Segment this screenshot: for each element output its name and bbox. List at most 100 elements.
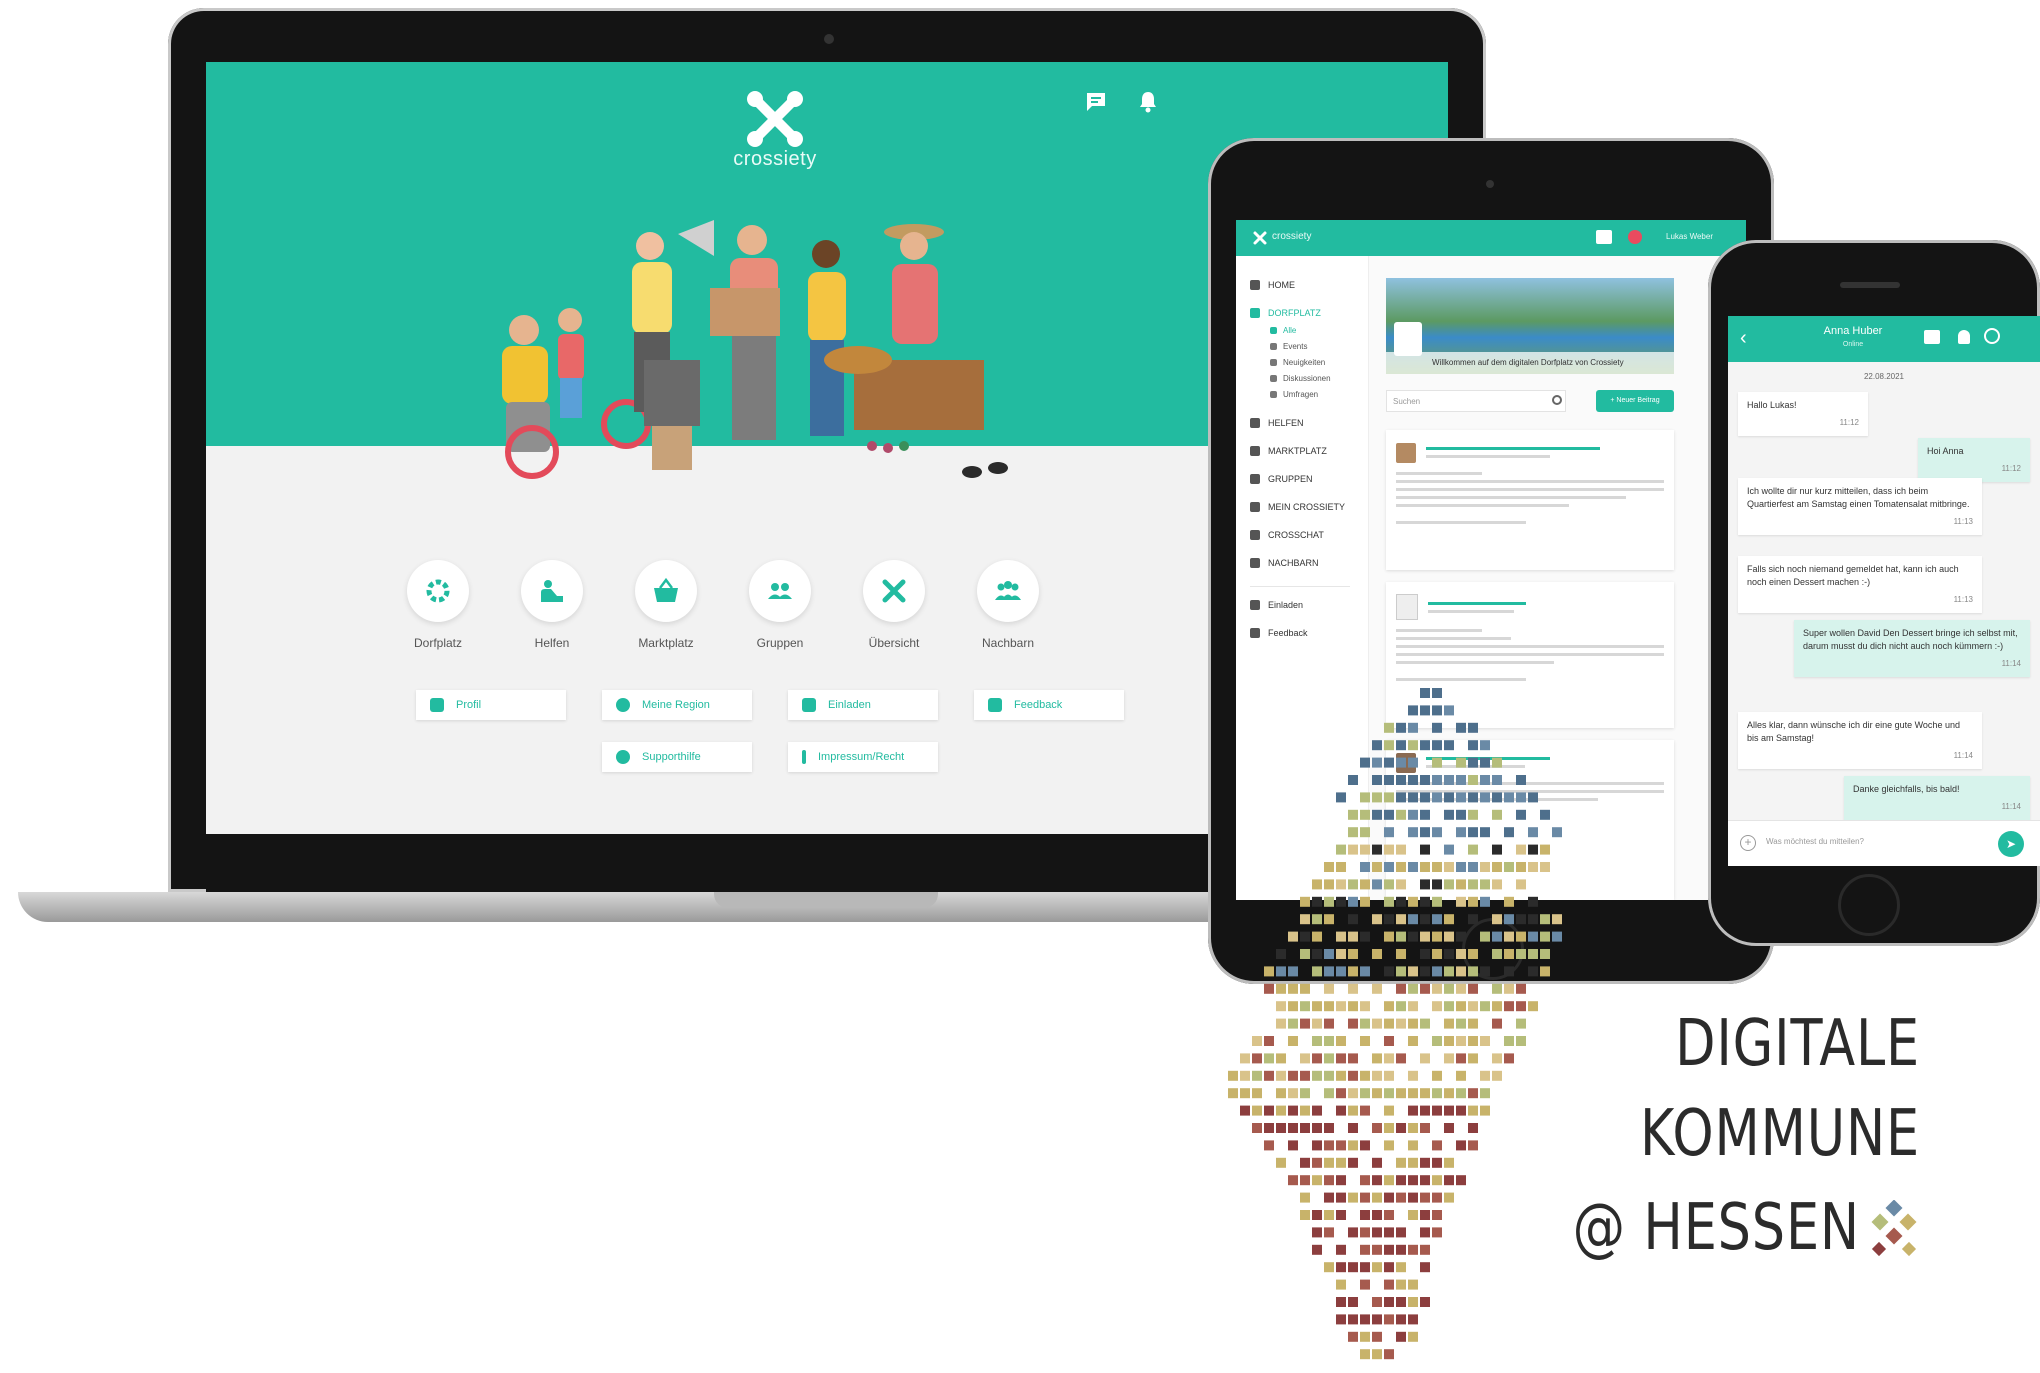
message-incoming[interactable]: Falls sich noch niemand gemeldet hat, ka… [1738, 556, 1982, 613]
mosaic-tile [1348, 949, 1358, 959]
mosaic-tile [1432, 1140, 1442, 1151]
message-input[interactable]: Was möchtest du mitteilen? [1766, 837, 1966, 846]
mosaic-tile [1348, 1262, 1358, 1273]
mosaic-tile [1264, 966, 1274, 977]
tile-uebersicht[interactable]: Übersicht [838, 560, 950, 650]
mosaic-tile [1240, 1070, 1250, 1081]
mosaic-tile [1444, 1053, 1454, 1064]
message-outgoing[interactable]: Hoi Anna 11:12 [1918, 438, 2030, 482]
tile-helfen[interactable]: Helfen [496, 560, 608, 650]
mosaic-tile [1336, 1210, 1346, 1220]
mosaic-tile [1372, 740, 1382, 751]
mosaic-tile [1324, 983, 1334, 994]
mosaic-tile [1408, 1279, 1418, 1290]
search-input[interactable]: Suchen [1386, 390, 1566, 412]
mosaic-tile [1336, 1036, 1346, 1046]
mosaic-tile [1468, 827, 1478, 838]
neighbors-icon [977, 560, 1039, 622]
nav-nachbarn[interactable]: NACHBARN [1250, 558, 1319, 568]
mosaic-tile [1372, 1349, 1382, 1360]
mosaic-tile [1360, 1192, 1370, 1203]
nav-helfen[interactable]: HELFEN [1250, 418, 1304, 428]
impressum-button[interactable]: Impressum/Recht [788, 742, 938, 772]
profil-button[interactable]: Profil [416, 690, 566, 720]
mosaic-tile [1480, 879, 1490, 890]
send-icon[interactable]: ➤ [1998, 831, 2024, 857]
nav-home[interactable]: HOME [1250, 280, 1295, 290]
einladen-button[interactable]: Einladen [788, 690, 938, 720]
feedback-button[interactable]: Feedback [974, 690, 1124, 720]
mosaic-tile [1408, 1001, 1418, 1012]
mosaic-tile [1480, 896, 1490, 907]
supporthilfe-button[interactable]: Supporthilfe [602, 742, 752, 772]
mosaic-tile [1456, 757, 1466, 768]
tile-marktplatz[interactable]: Marktplatz [610, 560, 722, 650]
nav-crosschat[interactable]: CROSSCHAT [1250, 530, 1324, 540]
subnav-alle[interactable]: Alle [1270, 326, 1296, 335]
message-outgoing[interactable]: Super wollen David Den Dessert bringe ic… [1794, 620, 2030, 677]
mosaic-tile [1420, 1297, 1430, 1307]
tile-dorfplatz[interactable]: Dorfplatz [382, 560, 494, 650]
nav-marktplatz[interactable]: MARKTPLATZ [1250, 446, 1327, 456]
mosaic-tile [1396, 757, 1406, 768]
message-incoming[interactable]: Ich wollte dir nur kurz mitteilen, dass … [1738, 478, 1982, 535]
chat-icon[interactable] [1082, 90, 1110, 118]
nav-dorfplatz[interactable]: DORFPLATZ [1250, 308, 1321, 318]
mosaic-tile [1456, 896, 1466, 907]
mosaic-tile [1540, 862, 1550, 872]
mosaic-tile [1384, 809, 1394, 820]
search-icon[interactable] [1552, 395, 1562, 405]
chat-icon[interactable] [1596, 230, 1612, 244]
tile-nachbarn[interactable]: Nachbarn [952, 560, 1064, 650]
nav-einladen[interactable]: Einladen [1250, 600, 1303, 610]
chat-icon[interactable] [1924, 330, 1940, 344]
village-banner: Willkommen auf dem digitalen Dorfplatz v… [1386, 278, 1674, 374]
subnav-neuigkeiten[interactable]: Neuigkeiten [1270, 358, 1325, 367]
mosaic-tile [1276, 1001, 1286, 1012]
mosaic-tile [1408, 1210, 1418, 1220]
mosaic-tile [1276, 1053, 1286, 1064]
mosaic-tile [1504, 862, 1514, 872]
mosaic-tile [1432, 1157, 1442, 1168]
mosaic-tile [1324, 1227, 1334, 1238]
subnav-diskussionen[interactable]: Diskussionen [1270, 374, 1331, 383]
notification-icon[interactable] [1628, 230, 1642, 244]
back-icon[interactable]: ‹ [1740, 328, 1747, 348]
more-options-icon[interactable] [1984, 328, 2000, 344]
crossiety-logo-icon[interactable] [1252, 230, 1268, 246]
mosaic-tile [1348, 983, 1358, 994]
mosaic-tile [1312, 1018, 1322, 1029]
mosaic-tile [1432, 914, 1442, 925]
mosaic-tile [1504, 792, 1514, 803]
mosaic-tile [1396, 775, 1406, 785]
mosaic-tile [1372, 1053, 1382, 1064]
mosaic-tile [1504, 983, 1514, 994]
tile-gruppen[interactable]: Gruppen [724, 560, 836, 650]
subnav-events[interactable]: Events [1270, 342, 1307, 351]
feed-post[interactable] [1386, 430, 1674, 570]
mosaic-tile [1252, 1070, 1262, 1081]
phone-home-button[interactable] [1838, 874, 1900, 936]
mosaic-tile [1420, 827, 1430, 838]
mosaic-tile [1492, 983, 1502, 994]
nav-gruppen[interactable]: GRUPPEN [1250, 474, 1313, 484]
bell-icon[interactable] [1958, 330, 1970, 344]
message-incoming[interactable]: Alles klar, dann wünsche ich dir eine gu… [1738, 712, 1982, 769]
mosaic-tile [1348, 966, 1358, 977]
mosaic-tile [1432, 1210, 1442, 1220]
message-outgoing[interactable]: Danke gleichfalls, bis bald! 11:14 [1844, 776, 2030, 820]
mosaic-tile [1336, 1157, 1346, 1168]
mosaic-tile [1396, 1088, 1406, 1099]
crossiety-logo-icon[interactable] [746, 90, 804, 148]
new-post-button[interactable]: + Neuer Beitrag [1596, 390, 1674, 412]
add-attachment-icon[interactable]: + [1740, 835, 1756, 851]
nav-mein-crossiety[interactable]: MEIN CROSSIETY [1250, 502, 1345, 512]
mosaic-tile [1312, 1244, 1322, 1255]
user-menu[interactable]: Lukas Weber [1666, 232, 1713, 241]
nav-feedback[interactable]: Feedback [1250, 628, 1308, 638]
bell-icon[interactable] [1134, 90, 1162, 118]
message-incoming[interactable]: Hallo Lukas! 11:12 [1738, 392, 1868, 436]
mosaic-tile [1336, 1140, 1346, 1151]
subnav-umfragen[interactable]: Umfragen [1270, 390, 1318, 399]
meine-region-button[interactable]: Meine Region [602, 690, 752, 720]
